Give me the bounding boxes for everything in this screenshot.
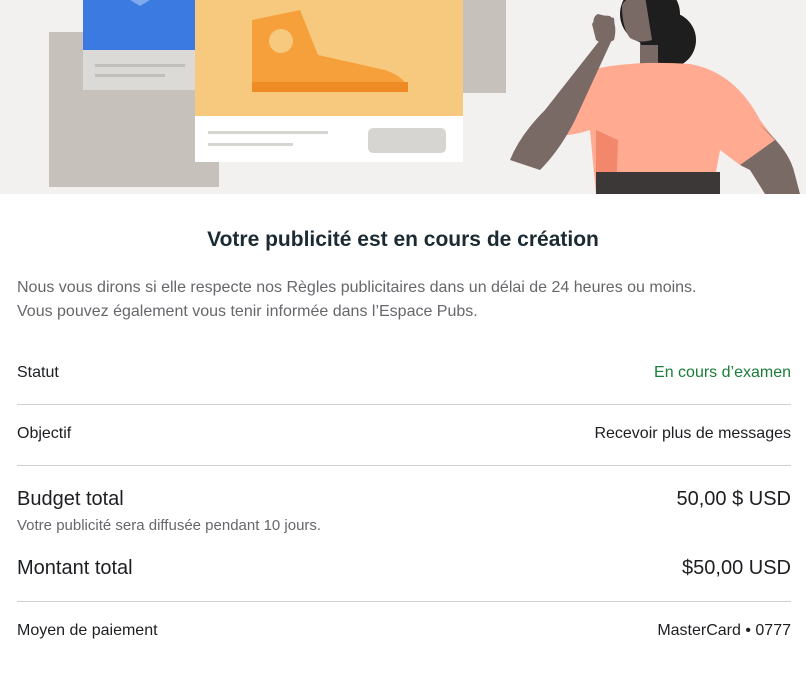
budget-value: 50,00 $ USD bbox=[676, 488, 791, 510]
divider bbox=[17, 404, 791, 405]
total-amount-label: Montant total bbox=[17, 557, 133, 579]
total-amount-value: $50,00 USD bbox=[682, 557, 791, 579]
objective-value: Recevoir plus de messages bbox=[594, 425, 791, 442]
payment-method-label: Moyen de paiement bbox=[17, 622, 158, 639]
payment-method-value: MasterCard • 0777 bbox=[657, 622, 791, 639]
person-illustration bbox=[510, 0, 800, 194]
status-row: Statut En cours d’examen bbox=[17, 364, 791, 382]
status-value: En cours d’examen bbox=[654, 364, 791, 381]
budget-label: Budget total bbox=[17, 488, 124, 510]
description-line-1: Nous vous dirons si elle respecte nos Rè… bbox=[17, 279, 697, 296]
total-amount-row: Montant total $50,00 USD bbox=[17, 557, 791, 580]
page-title: Votre publicité est en cours de création bbox=[207, 228, 599, 251]
objective-label: Objectif bbox=[17, 425, 72, 442]
payment-method-row: Moyen de paiement MasterCard • 0777 bbox=[17, 622, 791, 640]
objective-row: Objectif Recevoir plus de messages bbox=[17, 425, 791, 443]
budget-row: Budget total 50,00 $ USD bbox=[17, 488, 791, 511]
banner-illustration bbox=[0, 0, 806, 194]
divider bbox=[17, 465, 791, 466]
description-line-2: Vous pouvez également vous tenir informé… bbox=[17, 303, 478, 320]
ad-creation-illustration bbox=[49, 0, 800, 194]
blue-card-footer bbox=[83, 50, 195, 90]
right-gray-card bbox=[460, 0, 506, 93]
budget-duration-note: Votre publicité sera diffusée pendant 10… bbox=[17, 517, 322, 534]
product-card-button bbox=[368, 128, 446, 153]
divider bbox=[17, 601, 791, 602]
description-text: Nous vous dirons si elle respecte nos Rè… bbox=[17, 276, 792, 324]
blue-card bbox=[83, 0, 195, 50]
status-label: Statut bbox=[17, 364, 59, 381]
ad-confirmation-page: Votre publicité est en cours de création… bbox=[0, 0, 806, 680]
